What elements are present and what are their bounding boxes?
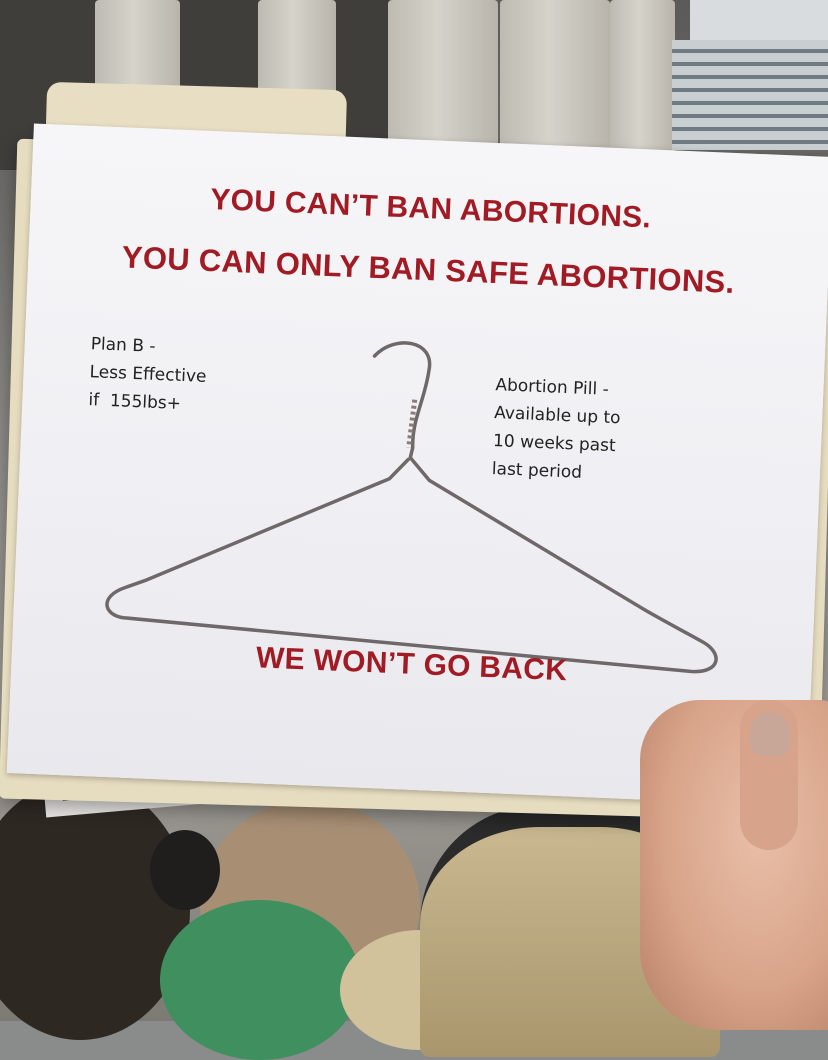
green-cap: [160, 900, 360, 1060]
sky: [690, 0, 828, 40]
stone-column: [388, 0, 498, 160]
sign-headline-line1: YOU CAN’T BAN ABORTIONS.: [209, 183, 652, 235]
distant-building: [672, 40, 828, 150]
crowd-person: [0, 780, 190, 1040]
holding-hand: [640, 700, 828, 1030]
thumb-nail: [750, 712, 790, 756]
crowd-person: [150, 830, 220, 910]
coat-hanger-icon: [105, 341, 718, 674]
stone-column: [500, 0, 610, 160]
stone-column: [610, 0, 675, 160]
sign-headline-line2: YOU CAN ONLY BAN SAFE ABORTIONS.: [121, 239, 736, 300]
